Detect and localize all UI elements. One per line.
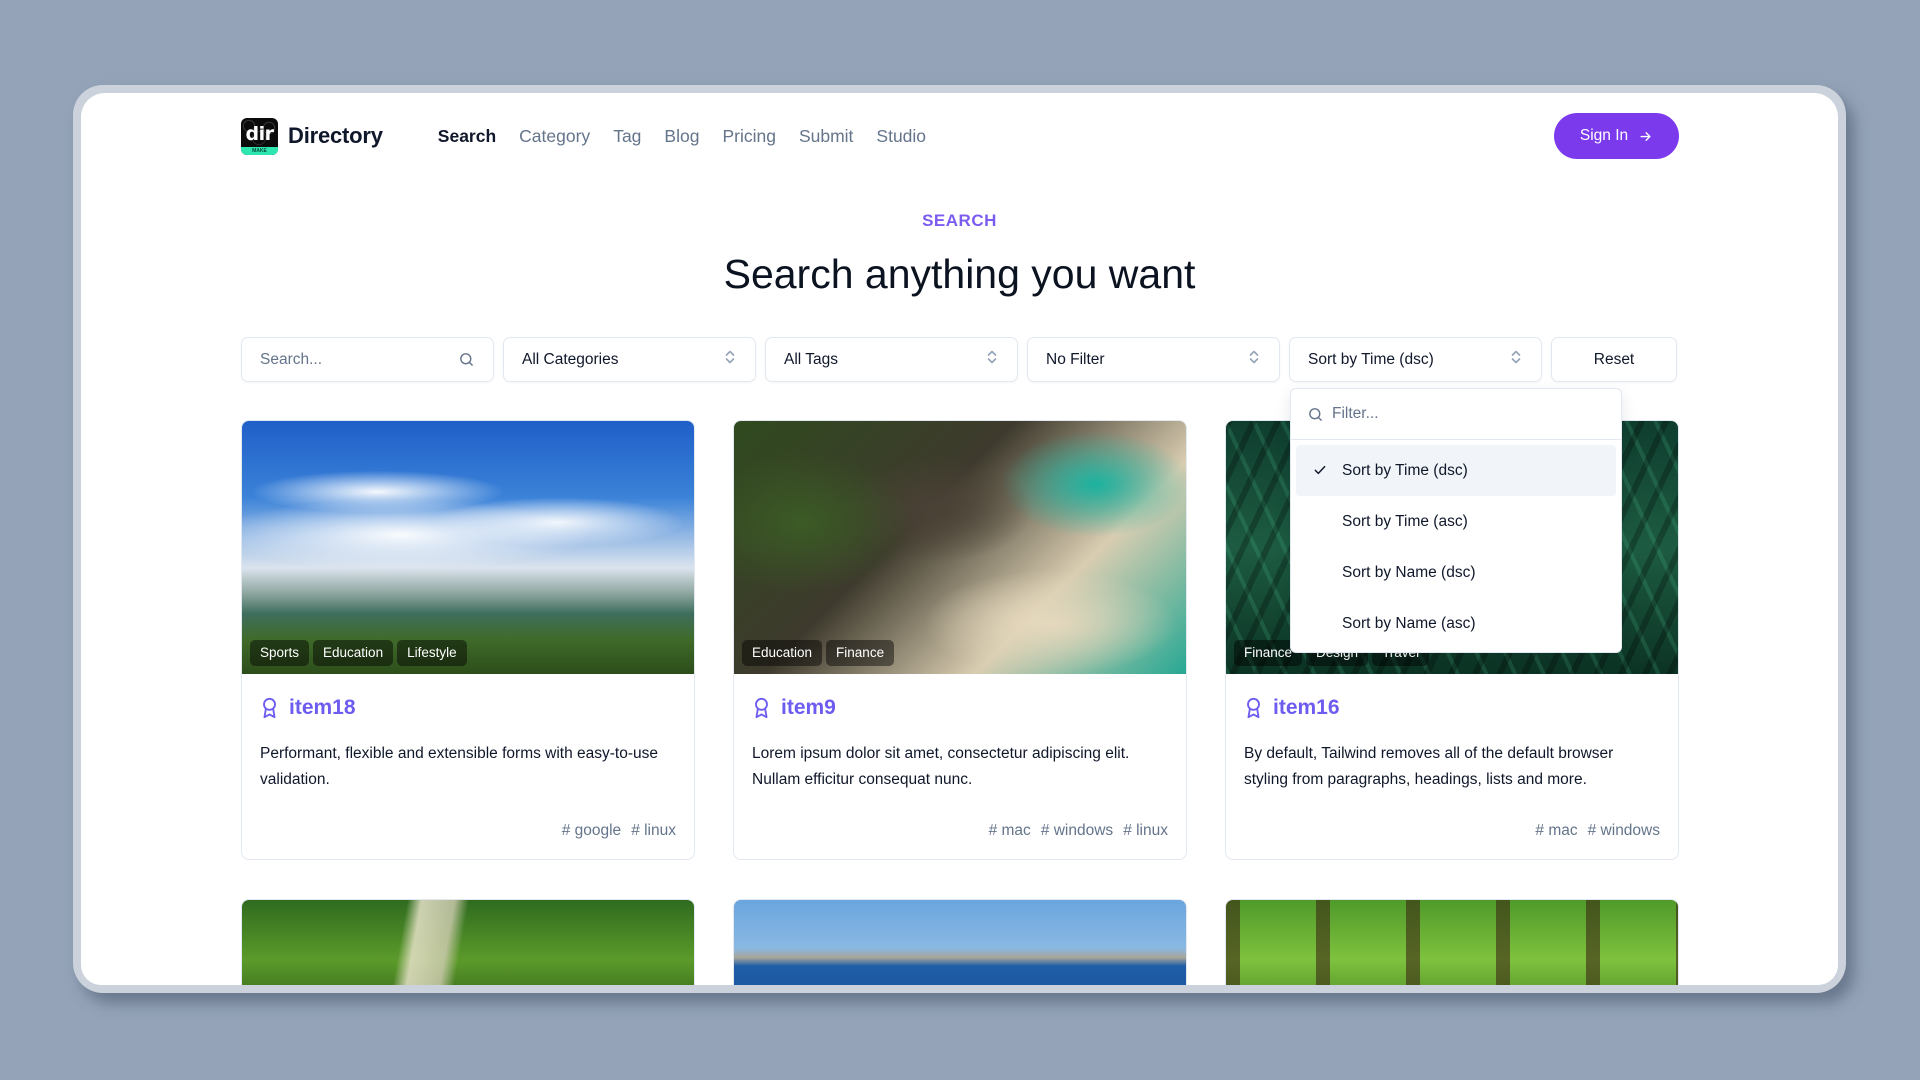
- item-card[interactable]: [1225, 899, 1679, 985]
- dropdown-filter-placeholder: Filter...: [1332, 405, 1379, 422]
- category-select[interactable]: All Categories: [503, 337, 756, 382]
- sort-option-label: Sort by Name (asc): [1342, 614, 1476, 632]
- item-image[interactable]: [1226, 900, 1678, 985]
- sort-option[interactable]: Sort by Name (asc): [1296, 598, 1616, 649]
- browser-frame: dir MAKE Directory Search Category Tag B…: [73, 85, 1846, 993]
- app-name: Directory: [288, 123, 383, 148]
- tag-link[interactable]: # windows: [1041, 822, 1113, 840]
- check-icon: [1314, 465, 1326, 475]
- logo-mark-sub: MAKE: [241, 146, 278, 155]
- item-description: By default, Tailwind removes all of the …: [1244, 745, 1614, 788]
- category-select-value: All Categories: [522, 350, 619, 368]
- sort-option-label: Sort by Time (asc): [1342, 512, 1468, 530]
- item-title[interactable]: item18: [260, 696, 676, 720]
- item-tags: # mac # windows: [1535, 822, 1660, 840]
- logo-mark-text: dir: [245, 122, 274, 145]
- tag-select[interactable]: All Tags: [765, 337, 1018, 382]
- item-image[interactable]: Education Finance: [734, 421, 1186, 674]
- item-title[interactable]: item9: [752, 696, 1168, 720]
- item-tags: # mac # windows # linux: [989, 822, 1168, 840]
- chevron-up-down-icon: [987, 350, 997, 364]
- filter-bar: Search... All Categories All Tags No Fil…: [241, 337, 1679, 382]
- category-badges: Education Finance: [742, 640, 895, 666]
- tag-link[interactable]: # linux: [1123, 822, 1168, 840]
- sign-in-button[interactable]: Sign In: [1554, 113, 1679, 159]
- filter-select-value: No Filter: [1046, 350, 1105, 368]
- chevron-up-down-icon: [1511, 350, 1521, 364]
- logo-mark-icon: dir MAKE: [241, 117, 278, 155]
- item-card[interactable]: [241, 899, 695, 985]
- reset-button[interactable]: Reset: [1551, 337, 1677, 382]
- logo[interactable]: dir MAKE Directory: [241, 117, 383, 155]
- tag-link[interactable]: # google: [562, 822, 621, 840]
- sort-option[interactable]: Sort by Time (dsc): [1296, 445, 1616, 496]
- category-badge[interactable]: Lifestyle: [397, 640, 467, 666]
- tag-link[interactable]: # linux: [631, 822, 676, 840]
- item-name: item9: [781, 696, 836, 719]
- sort-option-label: Sort by Name (dsc): [1342, 563, 1476, 581]
- page-title: Search anything you want: [723, 251, 1196, 297]
- item-card[interactable]: [733, 899, 1187, 985]
- search-placeholder: Search...: [260, 350, 323, 368]
- sort-option-label: Sort by Time (dsc): [1342, 461, 1468, 479]
- tag-select-value: All Tags: [784, 350, 838, 368]
- item-tags: # google # linux: [562, 822, 676, 840]
- nav-category[interactable]: Category: [519, 126, 590, 147]
- search-icon: [460, 353, 473, 366]
- site-header: dir MAKE Directory Search Category Tag B…: [241, 113, 1679, 159]
- sort-option[interactable]: Sort by Name (dsc): [1296, 547, 1616, 598]
- sort-option[interactable]: Sort by Time (asc): [1296, 496, 1616, 547]
- sort-select-value: Sort by Time (dsc): [1308, 350, 1434, 368]
- search-input[interactable]: Search...: [241, 337, 494, 382]
- dropdown-filter-input[interactable]: Filter...: [1291, 389, 1621, 440]
- item-image[interactable]: Sports Education Lifestyle: [242, 421, 694, 674]
- page-window: dir MAKE Directory Search Category Tag B…: [81, 93, 1838, 985]
- category-badge[interactable]: Education: [313, 640, 394, 666]
- tag-link[interactable]: # windows: [1588, 822, 1660, 840]
- nav-tag[interactable]: Tag: [613, 126, 641, 147]
- category-badges: Sports Education Lifestyle: [250, 640, 467, 666]
- search-icon: [1309, 407, 1322, 421]
- item-description: Lorem ipsum dolor sit amet, consectetur …: [752, 745, 1130, 788]
- item-image[interactable]: [734, 900, 1186, 985]
- award-icon: [755, 697, 768, 719]
- award-icon: [1247, 697, 1260, 719]
- nav-pricing[interactable]: Pricing: [722, 126, 776, 147]
- nav-submit[interactable]: Submit: [799, 126, 853, 147]
- sort-options-list: Sort by Time (dsc) Sort by Time (asc) So…: [1291, 440, 1621, 654]
- item-title[interactable]: item16: [1244, 696, 1660, 720]
- filter-select[interactable]: No Filter: [1027, 337, 1280, 382]
- section-eyebrow: SEARCH: [922, 211, 997, 230]
- item-card[interactable]: Sports Education Lifestyle item18 Perfor…: [241, 420, 695, 860]
- sort-select[interactable]: Sort by Time (dsc): [1289, 337, 1542, 382]
- category-badge[interactable]: Education: [742, 640, 823, 666]
- chevron-up-down-icon: [1249, 350, 1259, 364]
- item-description: Performant, flexible and extensible form…: [260, 745, 659, 788]
- tag-link[interactable]: # mac: [989, 822, 1031, 840]
- main-nav: Search Category Tag Blog Pricing Submit …: [438, 126, 926, 147]
- arrow-right-icon: [1640, 131, 1651, 141]
- sign-in-label: Sign In: [1579, 127, 1629, 144]
- item-name: item16: [1273, 696, 1340, 719]
- chevron-up-down-icon: [725, 350, 735, 364]
- category-badge[interactable]: Finance: [826, 640, 895, 666]
- nav-studio[interactable]: Studio: [876, 126, 926, 147]
- item-image[interactable]: [242, 900, 694, 985]
- item-name: item18: [289, 696, 356, 719]
- item-card[interactable]: Education Finance item9 Lorem ipsum dolo…: [733, 420, 1187, 860]
- category-badge[interactable]: Sports: [250, 640, 310, 666]
- nav-blog[interactable]: Blog: [664, 126, 699, 147]
- tag-link[interactable]: # mac: [1535, 822, 1577, 840]
- nav-search[interactable]: Search: [438, 126, 496, 147]
- sort-dropdown-menu: Filter... Sort by Time (dsc) Sort by Tim…: [1290, 388, 1622, 653]
- award-icon: [263, 697, 276, 719]
